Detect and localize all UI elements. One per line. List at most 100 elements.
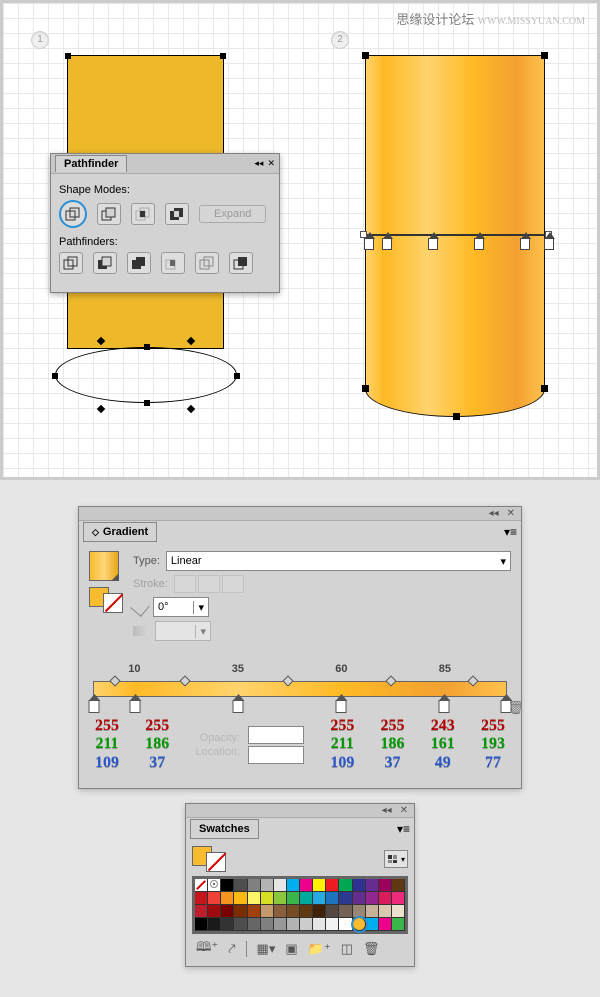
gradient-stop[interactable] bbox=[439, 700, 450, 713]
new-group-icon[interactable]: 📁⁺ bbox=[308, 941, 331, 957]
swatch-filter-dropdown[interactable]: ▾ bbox=[384, 850, 408, 868]
swatch-cell[interactable] bbox=[300, 905, 313, 918]
swatch-cell[interactable] bbox=[221, 879, 234, 892]
cylinder-shape[interactable] bbox=[365, 55, 545, 417]
swatch-cell[interactable] bbox=[339, 905, 352, 918]
swatch-cell[interactable] bbox=[326, 879, 339, 892]
swatch-cell[interactable] bbox=[313, 918, 326, 931]
swatch-cell[interactable] bbox=[366, 879, 379, 892]
exclude-button[interactable] bbox=[165, 203, 189, 225]
swatch-cell[interactable] bbox=[379, 905, 392, 918]
location-input[interactable] bbox=[248, 746, 304, 764]
swatch-cell[interactable] bbox=[339, 892, 352, 905]
close-icon[interactable]: ✕ bbox=[507, 508, 515, 519]
swatch-cell[interactable] bbox=[353, 892, 366, 905]
swatch-cell[interactable] bbox=[379, 879, 392, 892]
swatch-cell[interactable] bbox=[313, 892, 326, 905]
panel-header[interactable]: ◂◂ ✕ bbox=[186, 804, 414, 818]
swatch-cell[interactable] bbox=[326, 918, 339, 931]
link-icon[interactable]: ⤤ bbox=[228, 941, 235, 957]
close-icon[interactable]: ✕ bbox=[400, 805, 408, 816]
library-icon[interactable]: 🕮⁺ bbox=[196, 938, 218, 960]
swatch-cell[interactable] bbox=[234, 879, 247, 892]
close-icon[interactable]: ✕ bbox=[267, 158, 275, 169]
gradient-preview-swatch[interactable] bbox=[89, 551, 119, 581]
swatch-cell[interactable] bbox=[392, 905, 405, 918]
stroke-swatch[interactable] bbox=[103, 593, 123, 613]
swatch-cell[interactable] bbox=[234, 918, 247, 931]
swatches-tab[interactable]: Swatches bbox=[190, 819, 259, 839]
swatch-cell[interactable] bbox=[392, 879, 405, 892]
type-select[interactable]: Linear▾ bbox=[166, 551, 511, 571]
swatch-cell[interactable] bbox=[339, 879, 352, 892]
swatch-cell[interactable] bbox=[326, 892, 339, 905]
unite-button[interactable] bbox=[59, 200, 87, 228]
swatch-cell[interactable] bbox=[353, 918, 366, 931]
trash-icon[interactable]: 🗑 bbox=[507, 700, 524, 716]
pathfinder-panel[interactable]: Pathfinder ◂◂ ✕ Shape Modes: Expand Path… bbox=[50, 153, 280, 293]
swatch-cell[interactable] bbox=[287, 918, 300, 931]
swatch-cell[interactable] bbox=[208, 905, 221, 918]
stroke-swatch[interactable] bbox=[206, 852, 226, 872]
collapse-icon[interactable]: ◂◂ bbox=[382, 805, 392, 816]
swatch-cell[interactable] bbox=[366, 892, 379, 905]
swatch-cell[interactable] bbox=[248, 892, 261, 905]
swatch-cell[interactable] bbox=[339, 918, 352, 931]
panel-menu-icon[interactable]: ▾≡ bbox=[504, 525, 517, 539]
swatch-cell[interactable] bbox=[392, 892, 405, 905]
gradient-stop[interactable] bbox=[233, 700, 244, 713]
swatch-cell[interactable] bbox=[195, 918, 208, 931]
ellipse-shape[interactable] bbox=[55, 347, 237, 403]
swatch-cell[interactable] bbox=[248, 918, 261, 931]
swatch-cell[interactable] bbox=[392, 918, 405, 931]
swatch-cell[interactable] bbox=[195, 879, 208, 892]
gradient-annotator[interactable] bbox=[364, 234, 548, 236]
swatch-cell[interactable] bbox=[287, 905, 300, 918]
swatch-cell[interactable] bbox=[221, 892, 234, 905]
swatch-cell[interactable] bbox=[353, 879, 366, 892]
swatch-cell[interactable] bbox=[274, 918, 287, 931]
swatch-cell[interactable] bbox=[208, 892, 221, 905]
outline-button[interactable] bbox=[195, 252, 219, 274]
swatch-cell[interactable] bbox=[366, 918, 379, 931]
gradient-stop[interactable] bbox=[336, 700, 347, 713]
swatch-cell[interactable] bbox=[261, 905, 274, 918]
swatch-cell[interactable] bbox=[300, 879, 313, 892]
divide-button[interactable] bbox=[59, 252, 83, 274]
merge-button[interactable] bbox=[127, 252, 151, 274]
new-swatch-icon[interactable]: ◫ bbox=[341, 941, 353, 957]
swatch-cell[interactable] bbox=[274, 905, 287, 918]
swatch-cell[interactable] bbox=[379, 892, 392, 905]
swatch-cell[interactable] bbox=[195, 905, 208, 918]
chevron-down-icon[interactable]: ▾ bbox=[193, 601, 204, 614]
collapse-icon[interactable]: ◂◂ bbox=[489, 508, 499, 519]
swatch-cell[interactable] bbox=[313, 879, 326, 892]
swatch-cell[interactable] bbox=[208, 879, 221, 892]
swatch-cell[interactable] bbox=[208, 918, 221, 931]
minus-back-button[interactable] bbox=[229, 252, 253, 274]
panel-tabbar[interactable]: Pathfinder ◂◂ ✕ bbox=[51, 154, 279, 174]
intersect-button[interactable] bbox=[131, 203, 155, 225]
panel-header[interactable]: ◂◂ ✕ bbox=[79, 507, 521, 521]
swatch-cell[interactable] bbox=[234, 892, 247, 905]
swatch-cell[interactable] bbox=[234, 905, 247, 918]
swatch-cell[interactable] bbox=[300, 918, 313, 931]
swatch-cell[interactable] bbox=[379, 918, 392, 931]
swatch-cell[interactable] bbox=[274, 879, 287, 892]
swatch-cell[interactable] bbox=[287, 892, 300, 905]
trash-icon[interactable]: 🗑 bbox=[363, 941, 380, 957]
panel-menu-icon[interactable]: ▾≡ bbox=[397, 822, 410, 836]
angle-input[interactable]: 0°▾ bbox=[153, 597, 209, 617]
gradient-tab[interactable]: ◇Gradient bbox=[83, 522, 157, 542]
swatches-panel[interactable]: ◂◂ ✕ Swatches ▾≡ ▾ 🕮⁺ bbox=[185, 803, 415, 967]
gradient-stop[interactable] bbox=[89, 700, 100, 713]
swatch-cell[interactable] bbox=[274, 892, 287, 905]
swatch-cell[interactable] bbox=[195, 892, 208, 905]
pathfinder-tab[interactable]: Pathfinder bbox=[55, 155, 127, 172]
crop-button[interactable] bbox=[161, 252, 185, 274]
swatch-cell[interactable] bbox=[326, 905, 339, 918]
options-icon[interactable]: ▦▾ bbox=[257, 941, 276, 957]
swatch-cell[interactable] bbox=[221, 905, 234, 918]
swatch-grid[interactable] bbox=[192, 876, 408, 934]
swatch-cell[interactable] bbox=[261, 918, 274, 931]
